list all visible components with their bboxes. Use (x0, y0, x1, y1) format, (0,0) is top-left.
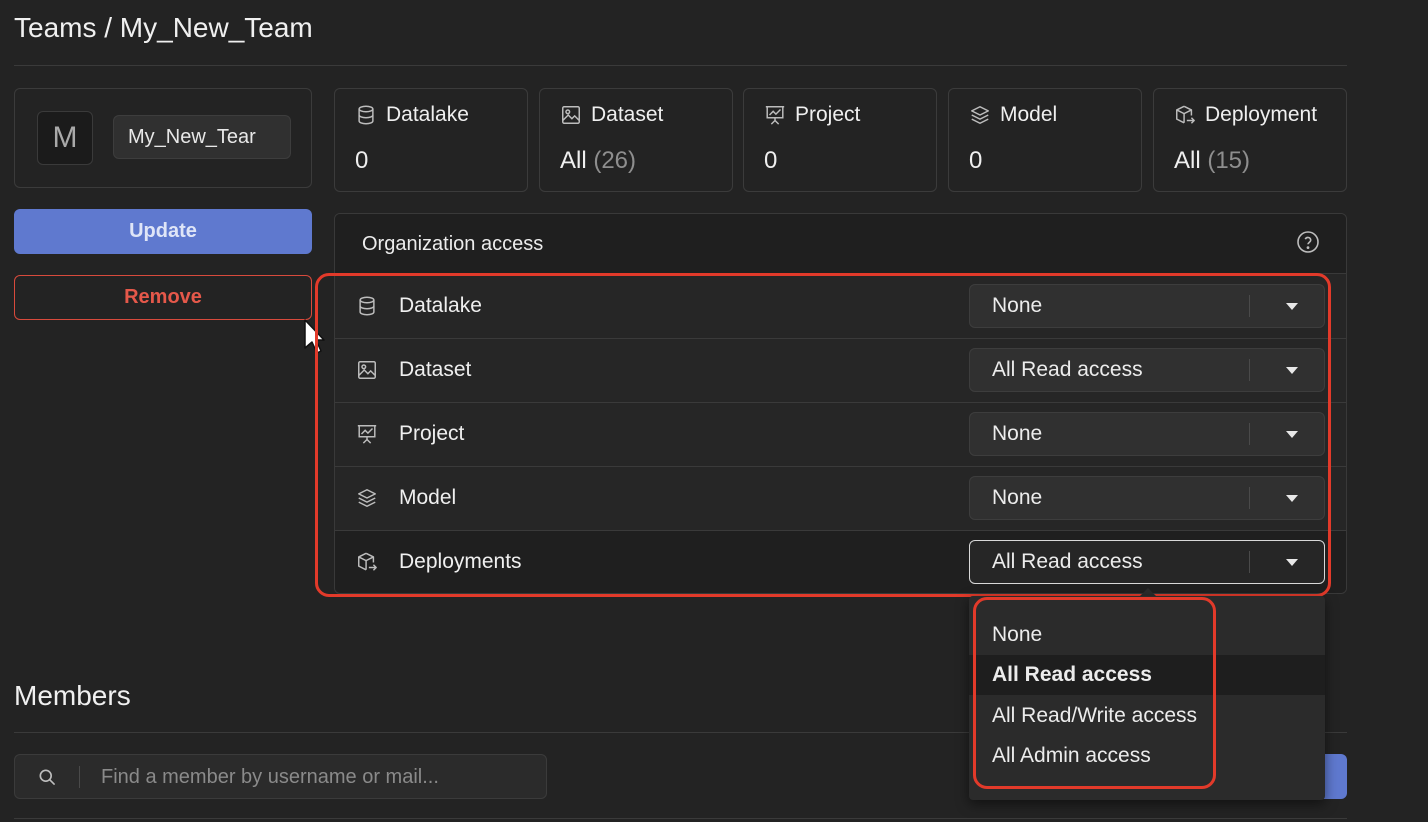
caret-down-icon (1286, 559, 1298, 566)
caret-down-icon (1286, 303, 1298, 310)
access-row-dataset: Dataset All Read access (335, 339, 1346, 403)
access-row-model: Model None (335, 467, 1346, 531)
members-title: Members (14, 680, 131, 711)
access-select-deployments[interactable]: All Read access (969, 540, 1325, 584)
access-select-project[interactable]: None (969, 412, 1325, 456)
select-separator (1249, 359, 1250, 381)
stat-label: Deployment (1205, 103, 1318, 126)
box-arrow-icon (1176, 105, 1195, 124)
access-row-label: Deployments (399, 550, 522, 573)
organization-access-header: Organization access (335, 214, 1346, 274)
dropdown-pointer (1140, 588, 1156, 596)
stat-value: 0 (764, 147, 778, 174)
access-row-datalake: Datalake None (335, 275, 1346, 339)
avatar: M (37, 111, 93, 165)
stat-card-deployment: Deployment All (15) (1153, 88, 1347, 192)
access-row-deployments: Deployments All Read access (335, 531, 1346, 593)
dropdown-option-none[interactable]: None (969, 615, 1325, 655)
title-divider (14, 65, 1347, 66)
stat-count: (26) (593, 147, 637, 174)
select-separator (1249, 551, 1250, 573)
dropdown-option-all-read[interactable]: All Read access (969, 655, 1325, 695)
stat-value: All (1174, 147, 1201, 174)
search-icon (39, 769, 55, 785)
stat-card-datalake: Datalake 0 (334, 88, 528, 192)
stat-label: Datalake (386, 103, 469, 126)
dropdown-option-all-admin[interactable]: All Admin access (969, 736, 1325, 776)
stat-value: All (560, 147, 587, 174)
access-row-label: Model (399, 486, 457, 509)
box-arrow-icon (358, 552, 377, 571)
select-separator (1249, 487, 1250, 509)
bottom-divider (14, 818, 1347, 819)
layers-icon (971, 106, 989, 124)
database-icon (358, 105, 374, 125)
stat-card-model: Model 0 (948, 88, 1142, 192)
team-name-field[interactable]: My_New_Tear (113, 115, 291, 159)
image-icon (358, 361, 376, 379)
presentation-chart-icon (765, 106, 785, 125)
access-row-project: Project None (335, 403, 1346, 467)
dropdown-option-all-read-write[interactable]: All Read/Write access (969, 696, 1325, 736)
image-icon (562, 106, 580, 124)
access-row-label: Dataset (399, 358, 472, 381)
caret-down-icon (1286, 367, 1298, 374)
access-select-datalake[interactable]: None (969, 284, 1325, 328)
select-value: All Read access (992, 550, 1143, 573)
access-select-dataset[interactable]: All Read access (969, 348, 1325, 392)
search-input[interactable] (101, 763, 531, 791)
access-row-label: Datalake (399, 294, 482, 317)
caret-down-icon (1286, 495, 1298, 502)
search-separator (79, 766, 80, 788)
stat-count: (15) (1207, 147, 1251, 174)
stat-value: 0 (969, 147, 983, 174)
select-separator (1249, 295, 1250, 317)
access-row-label: Project (399, 422, 465, 445)
page-title: Teams / My_New_Team (14, 12, 313, 43)
caret-down-icon (1286, 431, 1298, 438)
stat-label: Model (1000, 103, 1058, 126)
help-icon[interactable] (1296, 230, 1320, 254)
stat-card-project: Project 0 (743, 88, 937, 192)
access-dropdown-menu: None All Read access All Read/Write acce… (969, 596, 1325, 800)
organization-access-panel: Organization access Datalake None Datase… (334, 213, 1347, 594)
select-value: None (992, 294, 1043, 317)
update-button[interactable]: Update (14, 209, 312, 254)
access-select-model[interactable]: None (969, 476, 1325, 520)
layers-icon (358, 489, 376, 507)
remove-button[interactable]: Remove (14, 275, 312, 320)
stat-value: 0 (355, 147, 369, 174)
stat-card-dataset: Dataset All (26) (539, 88, 733, 192)
database-icon (359, 296, 375, 316)
select-separator (1249, 423, 1250, 445)
select-value: None (992, 486, 1043, 509)
stat-label: Dataset (591, 103, 664, 126)
stat-label: Project (795, 103, 861, 126)
organization-access-title: Organization access (362, 233, 544, 255)
member-search (14, 754, 547, 799)
presentation-chart-icon (357, 425, 377, 444)
select-value: All Read access (992, 358, 1143, 381)
mouse-cursor-icon (304, 319, 325, 354)
team-card: M My_New_Tear (14, 88, 312, 188)
select-value: None (992, 422, 1043, 445)
